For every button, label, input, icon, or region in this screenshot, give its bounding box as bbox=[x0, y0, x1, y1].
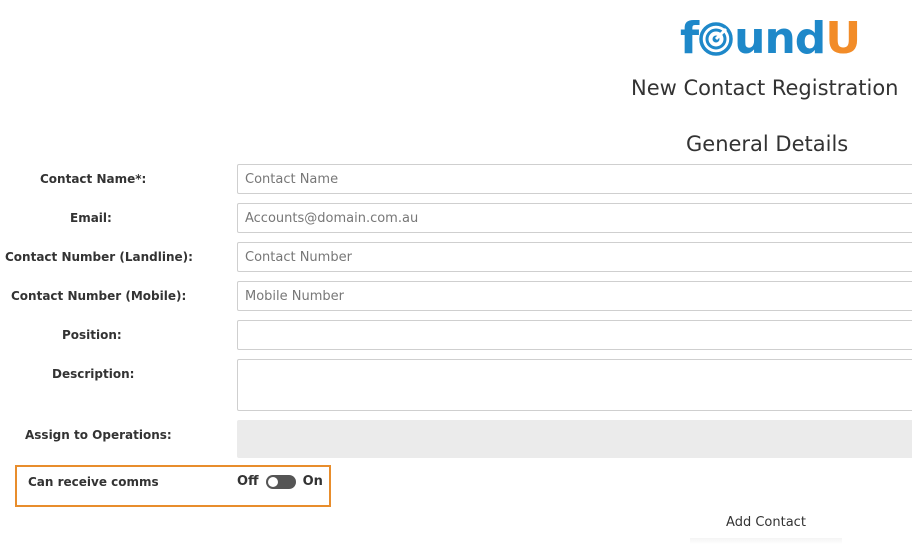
position-label: Position: bbox=[62, 328, 122, 342]
foundu-logo: f undU bbox=[680, 13, 861, 64]
section-title: General Details bbox=[686, 132, 849, 156]
add-contact-button[interactable]: Add Contact bbox=[686, 508, 846, 536]
mobile-label: Contact Number (Mobile): bbox=[11, 289, 187, 303]
operations-select[interactable] bbox=[237, 420, 912, 458]
description-label: Description: bbox=[52, 367, 135, 381]
email-label: Email: bbox=[70, 211, 112, 225]
contact-name-label: Contact Name*: bbox=[40, 172, 147, 186]
operations-label: Assign to Operations: bbox=[25, 428, 172, 442]
mobile-input[interactable] bbox=[237, 281, 912, 311]
comms-toggle[interactable]: Off On bbox=[237, 474, 323, 489]
button-shadow bbox=[690, 538, 842, 544]
toggle-on-label: On bbox=[302, 474, 323, 489]
logo-letter-u: U bbox=[825, 13, 861, 64]
toggle-knob bbox=[267, 476, 278, 487]
contact-name-input[interactable] bbox=[237, 164, 912, 194]
landline-label: Contact Number (Landline): bbox=[5, 250, 193, 264]
logo-target-icon bbox=[699, 22, 733, 56]
toggle-off-label: Off bbox=[237, 474, 259, 489]
landline-input[interactable] bbox=[237, 242, 912, 272]
description-textarea[interactable] bbox=[237, 359, 912, 411]
logo-letters-und: und bbox=[734, 13, 826, 64]
comms-label: Can receive comms bbox=[28, 475, 159, 489]
position-input[interactable] bbox=[237, 320, 912, 350]
logo-letter-f: f bbox=[680, 13, 699, 64]
email-input[interactable] bbox=[237, 203, 912, 233]
page-title: New Contact Registration bbox=[631, 76, 899, 100]
toggle-switch[interactable] bbox=[265, 474, 296, 489]
